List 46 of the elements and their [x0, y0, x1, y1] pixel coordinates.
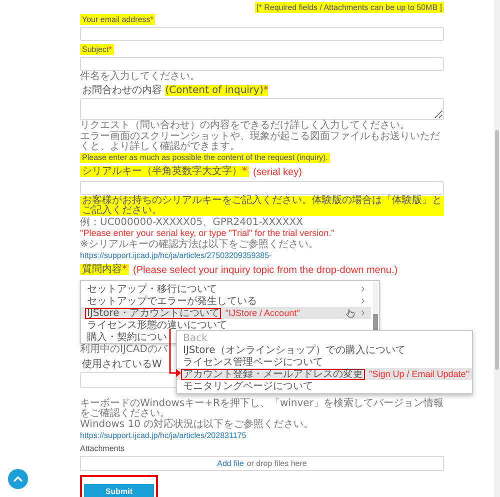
hint-text: ※シリアルキーの確認方法は以下をご参照ください。 — [80, 240, 318, 250]
hint-text: キーボードのWindowsキー+Rを押下し、「winver」を検索してバージョン情報をご確認ください。 — [80, 399, 444, 419]
scroll-top-button[interactable] — [8, 469, 28, 489]
annotation-text: "Sign Up / Email Update" — [369, 368, 469, 380]
help-link[interactable]: https://support.ijcad.jp/hc/ja/articles/202831175 — [80, 430, 246, 441]
annotation-text: "Please enter your serial key, or type "Trial" for the trial version." — [80, 228, 334, 238]
field-label: 質問内容* — [80, 264, 129, 275]
menu-item[interactable]: モニタリングページについて — [177, 380, 472, 392]
pointer-icon — [346, 308, 355, 318]
note-text: お客様がお持ちのシリアルキーをご記入ください。体験版の場合は「体験版」とご記入ください。 — [80, 196, 444, 216]
menu-item[interactable]: セットアップでエラーが発生している — [81, 295, 371, 307]
annotation-text: (Please select your inquiry topic from the drop-down menu.) — [133, 265, 398, 276]
annotation-arrow — [169, 329, 181, 377]
example-text: 例：UC000000-XXXXX05、GPR2401-XXXXXX — [80, 218, 303, 228]
drop-hint: or drop files here — [246, 459, 307, 468]
help-link[interactable]: https://support.ijcad.jp/hc/ja/articles/27503209359385- — [80, 250, 272, 261]
hint-text: リクエスト（問い合わせ）の内容をできるだけ詳しく入力してください。 — [80, 121, 410, 131]
hint-text: 利用中のIJCADのバ — [80, 345, 168, 355]
required-note: [* Required fields / Attachments can be up to 50MB ] — [254, 2, 444, 13]
menu-item[interactable]: IJStore（オンラインショップ）での購入について — [177, 344, 472, 356]
field-label: シリアルキー（半角英数字大文字）* — [80, 166, 249, 177]
file-drop-zone[interactable]: Add file or drop files here — [80, 456, 444, 471]
field-label: Subject* — [80, 44, 114, 55]
field-label: 使用されているW — [81, 359, 163, 370]
field-label: お問合わせの内容 (Content of inquiry)* — [81, 85, 270, 96]
hint-text: Windows 10 の対応状況は以下をご参照ください。 — [80, 420, 314, 430]
menu-item[interactable]: ライセンス管理ページについて — [177, 356, 472, 368]
menu-item[interactable]: ライセンス形態の違いについて — [81, 319, 371, 331]
menu-item[interactable]: IJStore・アカウントについて "IJStore / Account" — [81, 307, 371, 319]
menu-item[interactable]: セットアップ・移行について — [81, 283, 371, 295]
annotation-text: (serial key) — [253, 167, 302, 178]
annotation-text: "IJStore / Account" — [225, 308, 300, 318]
input-field[interactable] — [80, 57, 444, 71]
hint-text: 件名を入力してください。 — [80, 72, 200, 82]
field-label: Attachments — [80, 444, 124, 453]
add-file-link[interactable]: Add file — [217, 458, 244, 469]
note-text: Please enter as much as possible the content of the request (inquiry). — [80, 153, 330, 163]
text-area[interactable] — [80, 98, 444, 120]
input-field[interactable] — [80, 27, 444, 41]
field-label: Your email address* — [80, 14, 156, 25]
menu-item[interactable]: 購入・契約につい — [81, 331, 173, 343]
input-field[interactable] — [80, 181, 444, 195]
menu-item[interactable]: アカウント登録・メールアドレスの変更 "Sign Up / Email Update" — [177, 368, 472, 380]
scrollbar[interactable] — [494, 0, 500, 497]
hint-text: エラー画面のスクリーンショットや、現象が起こる図面ファイルもお送りいただくと、より詳しく確認ができます。 — [80, 132, 441, 152]
submit-button[interactable]: Submit — [84, 484, 154, 497]
